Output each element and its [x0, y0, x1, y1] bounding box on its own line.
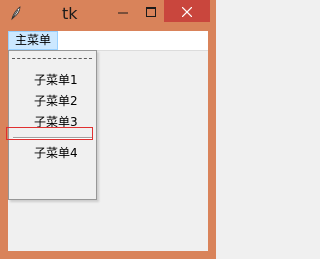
maximize-button[interactable] — [140, 0, 162, 22]
menubar-item-main[interactable]: 主菜单 — [8, 31, 58, 50]
window-title: tk — [62, 4, 78, 23]
menu-item-sub2[interactable]: 子菜单2 — [9, 91, 96, 111]
tearoff-line[interactable] — [12, 58, 92, 59]
minimize-icon — [118, 2, 128, 21]
minimize-button[interactable] — [112, 0, 134, 22]
maximize-icon — [146, 2, 156, 21]
menu-item-sub1[interactable]: 子菜单1 — [9, 70, 96, 90]
feather-icon — [8, 5, 24, 21]
close-button[interactable] — [164, 0, 210, 22]
client-area: 主菜单 子菜单1 子菜单2 子菜单3 子菜单4 — [8, 31, 208, 251]
menu-bar: 主菜单 — [8, 31, 208, 51]
menu-item-sub4[interactable]: 子菜单4 — [9, 143, 96, 163]
title-bar[interactable]: tk — [0, 0, 216, 31]
annotation-highlight — [6, 127, 93, 140]
app-window: tk 主菜单 子菜单1 子菜单2 子菜单3 子菜单4 — [0, 0, 216, 259]
close-icon — [181, 2, 193, 21]
dropdown-menu: 子菜单1 子菜单2 子菜单3 子菜单4 — [8, 50, 97, 200]
